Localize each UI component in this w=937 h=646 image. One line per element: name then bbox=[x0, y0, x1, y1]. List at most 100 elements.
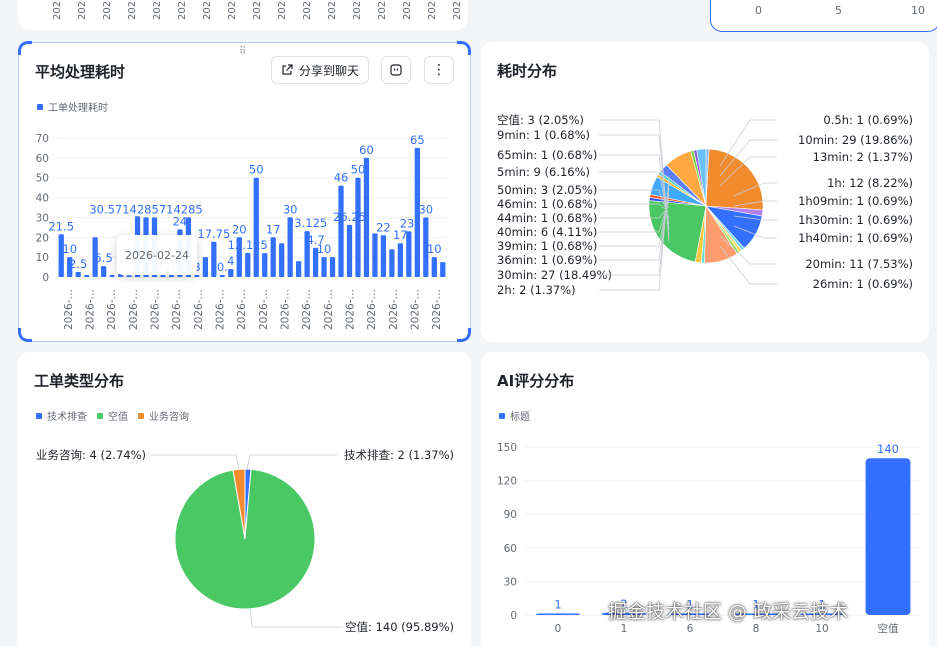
avg-time-card[interactable]: 平均处理耗时 ⠿ 分享到聊天 ⋮ 工单处理耗时 0 10 20 30 40 50 60 70 2… bbox=[18, 42, 471, 342]
top-x-tick-label: 2026-… bbox=[152, 0, 163, 20]
x-tick-label: 1 bbox=[621, 623, 628, 635]
y-tick-label: 150 bbox=[497, 442, 517, 454]
pie-label: 技术排查: 2 (1.37%) bbox=[344, 448, 454, 462]
pie-label: 44min: 1 (0.68%) bbox=[497, 211, 597, 225]
data-label: 30 bbox=[418, 202, 433, 216]
data-label: 22 bbox=[376, 220, 391, 234]
top-right-tick-5: 5 bbox=[835, 4, 842, 17]
x-tick-label: 2026-… bbox=[323, 289, 335, 330]
data-label: 10 bbox=[62, 242, 77, 256]
bar bbox=[245, 252, 251, 277]
watermark: 掘金技术社区 @ 政采云技术 bbox=[608, 601, 849, 623]
pie-label: 2h: 2 (1.37%) bbox=[497, 283, 576, 297]
pie-label: 30min: 27 (18.49%) bbox=[497, 268, 612, 282]
top-x-tick-label: 2026-… bbox=[277, 0, 288, 20]
top-chart-card-left: 2026-… 2026-… 2026-… 2026-… 2026-… 2026-… 2026… bbox=[18, 0, 468, 30]
x-tick-label: 2026-… bbox=[63, 289, 75, 330]
bar bbox=[346, 224, 353, 277]
x-tick-label: 2026-… bbox=[410, 289, 422, 330]
top-x-tick-label: 2026-… bbox=[377, 0, 388, 20]
leader-line bbox=[246, 454, 337, 470]
chart-tooltip: 2026-02-24 bbox=[117, 235, 197, 275]
bar bbox=[397, 243, 403, 277]
data-label: 17 bbox=[266, 222, 281, 236]
bar bbox=[380, 235, 387, 277]
avg-time-bar-chart: 01020304050607021.5102.5 5.530.5714285714… bbox=[36, 133, 447, 330]
x-tick-label: 2026-… bbox=[150, 289, 162, 330]
top-x-tick-label: 2026-… bbox=[52, 0, 63, 20]
bar bbox=[202, 257, 208, 277]
bar bbox=[431, 257, 437, 277]
data-label: 5.5 bbox=[94, 251, 112, 265]
data-label: 46 bbox=[334, 171, 349, 185]
pie-label: 1h09min: 1 (0.69%) bbox=[798, 194, 913, 208]
pie-label: 26min: 1 (0.69%) bbox=[813, 277, 913, 291]
pie-label: 0.5h: 1 (0.69%) bbox=[823, 113, 913, 127]
top-x-tick-label: 2026-… bbox=[77, 0, 88, 20]
x-tick-label: 2026-… bbox=[128, 289, 140, 330]
top-right-tick-10: 10 bbox=[911, 4, 925, 17]
bar bbox=[279, 243, 285, 277]
data-label: 1 bbox=[554, 598, 561, 612]
pie-label: 36min: 1 (0.69%) bbox=[497, 253, 597, 267]
pie-label: 空值: 3 (2.05%) bbox=[497, 113, 584, 127]
ticket-type-card[interactable]: 工单类型分布 技术排查 空值 业务咨询 技术排查: 2 (1.37%) 业务咨询:… bbox=[18, 352, 471, 646]
pie-label: 50min: 3 (2.05%) bbox=[497, 183, 597, 197]
data-label: 60 bbox=[359, 143, 374, 157]
y-tick-label: 120 bbox=[497, 476, 517, 488]
x-tick-label: 空值 bbox=[878, 622, 899, 635]
top-x-tick-label: 2026-… bbox=[352, 0, 363, 20]
y-tick-label: 10 bbox=[36, 252, 49, 264]
top-x-tick-label: 2026-… bbox=[427, 0, 438, 20]
data-label: 30 bbox=[283, 202, 298, 216]
pie-label: 46min: 1 (0.68%) bbox=[497, 197, 597, 211]
pie-label: 20min: 11 (7.53%) bbox=[805, 257, 913, 271]
top-x-tick-label: 2026-… bbox=[177, 0, 188, 20]
bar bbox=[194, 275, 200, 277]
bar bbox=[160, 275, 166, 277]
bar bbox=[321, 257, 327, 277]
y-tick-label: 90 bbox=[504, 509, 517, 521]
bar bbox=[109, 275, 115, 277]
x-tick-label: 2026-… bbox=[193, 289, 205, 330]
x-tick-label: 2026-… bbox=[85, 289, 97, 330]
y-tick-label: 50 bbox=[36, 173, 49, 185]
top-x-tick-label: 2026-… bbox=[452, 0, 463, 20]
top-left-tick-labels: 2026-… 2026-… 2026-… 2026-… 2026-… 2026-… 2026… bbox=[52, 0, 463, 20]
data-label: 21.5 bbox=[48, 219, 74, 233]
x-tick-label: 8 bbox=[753, 623, 760, 635]
pie-label: 1h40min: 1 (0.69%) bbox=[798, 231, 913, 245]
y-tick-label: 0 bbox=[510, 610, 517, 622]
pie-label: 10min: 29 (19.86%) bbox=[798, 133, 913, 147]
x-tick-label: 2026-… bbox=[258, 289, 270, 330]
top-x-tick-label: 2026-… bbox=[402, 0, 413, 20]
bar bbox=[75, 272, 81, 277]
x-tick-label: 2026-… bbox=[301, 289, 313, 330]
pie-label: 40min: 6 (4.11%) bbox=[497, 225, 597, 239]
x-tick-label: 2026-… bbox=[171, 289, 183, 330]
y-tick-label: 60 bbox=[504, 543, 517, 555]
bar bbox=[84, 275, 90, 277]
data-label: 50 bbox=[249, 163, 264, 177]
top-right-tick-0: 0 bbox=[755, 4, 762, 17]
x-tick-label: 10 bbox=[815, 623, 828, 635]
top-x-tick-label: 2026-… bbox=[252, 0, 263, 20]
bar bbox=[253, 177, 259, 277]
y-tick-label: 30 bbox=[36, 212, 49, 224]
y-tick-label: 20 bbox=[36, 232, 49, 244]
bar bbox=[535, 613, 581, 615]
pie-label: 1h: 12 (8.22%) bbox=[827, 176, 913, 190]
bar bbox=[126, 275, 132, 277]
leader-line bbox=[249, 608, 343, 628]
time-dist-card[interactable]: 耗时分布 0.5h: 1 (0.69%) 10min: 29 (19.86%) 13… bbox=[481, 42, 929, 342]
data-label: 26.25 bbox=[333, 210, 366, 224]
bar bbox=[262, 253, 268, 277]
bar bbox=[228, 269, 234, 277]
x-tick-label: 2026-… bbox=[366, 289, 378, 330]
x-tick-label: 6 bbox=[687, 623, 694, 635]
x-tick-label: 2026-… bbox=[345, 289, 357, 330]
bar bbox=[270, 237, 276, 277]
data-label: 65 bbox=[410, 133, 425, 147]
top-x-tick-label: 2026-… bbox=[202, 0, 213, 20]
bar bbox=[440, 262, 446, 277]
